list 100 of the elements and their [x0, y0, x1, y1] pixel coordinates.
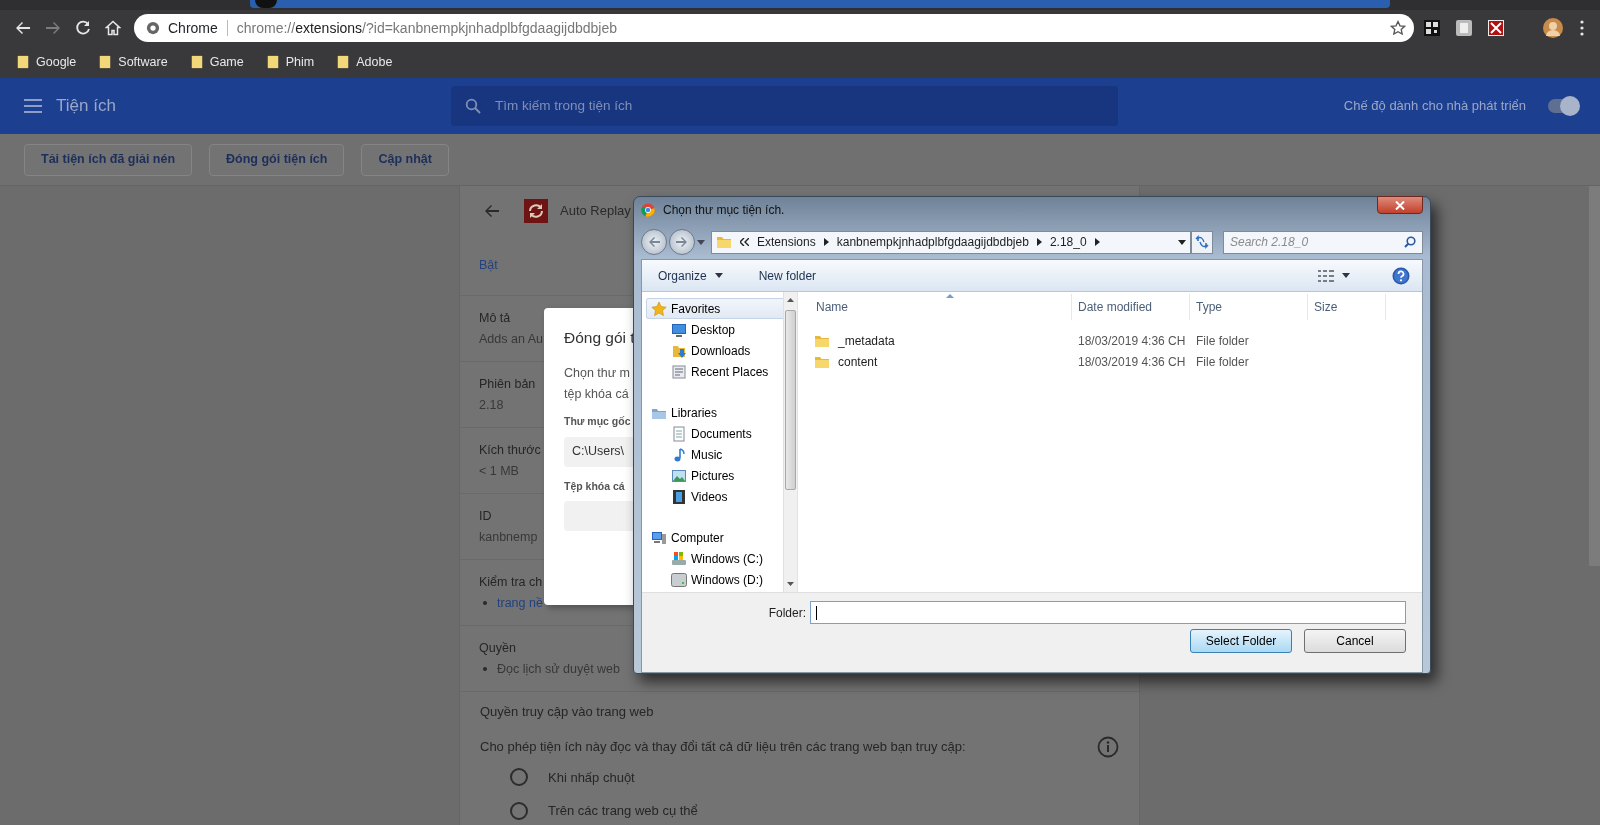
- search-icon: [1404, 236, 1416, 248]
- field-value: < 1 MB: [479, 462, 519, 480]
- arrow-icon[interactable]: [1094, 238, 1100, 246]
- forward-button[interactable]: [669, 229, 695, 255]
- computer-icon: [651, 529, 667, 546]
- info-icon[interactable]: [1097, 735, 1119, 758]
- page-title: Tiện ích: [56, 95, 116, 118]
- back-arrow-icon: [484, 203, 500, 219]
- site-access-prompt: Cho phép tiện ích này đọc và thay đổi tất cả dữ liệu trên các trang web bạn truy cập:: [480, 737, 966, 756]
- command-button[interactable]: Organize: [654, 264, 727, 287]
- column-header[interactable]: Name: [816, 298, 848, 316]
- document-icon: [671, 425, 687, 442]
- arrow-icon[interactable]: [823, 238, 829, 246]
- search-icon: [465, 98, 481, 114]
- field-label: Kích thước: [479, 441, 541, 459]
- nav-item[interactable]: Music: [666, 444, 806, 465]
- chrome-icon: [641, 203, 655, 217]
- scroll-thumb[interactable]: [785, 310, 796, 490]
- close-button[interactable]: [1377, 196, 1423, 214]
- status-label: Bật: [479, 257, 498, 275]
- file-name[interactable]: content: [838, 352, 878, 371]
- window-title: Chọn thư mục tiện ích.: [663, 202, 785, 219]
- film-icon: [671, 488, 687, 505]
- developer-mode-label: Chế độ dành cho nhà phát triển: [1343, 97, 1526, 116]
- caret-icon[interactable]: [1178, 239, 1186, 245]
- grid-extension-icon[interactable]: [1424, 20, 1440, 36]
- address-bar[interactable]: Chrome chrome://extensions/?id=kanbnempkjnhadplbfgdaagijdbdbjeb: [134, 14, 1414, 42]
- nav-item[interactable]: Favorites: [646, 298, 786, 319]
- dialog-description: Chọn thư m tệp khóa cá: [564, 365, 631, 404]
- nav-item[interactable]: Windows (D:): [666, 569, 806, 590]
- bookmark-folder[interactable]: Phim: [263, 50, 317, 74]
- blocked-extension-icon[interactable]: [1488, 20, 1504, 36]
- radio-button[interactable]: [510, 801, 528, 820]
- bookmark-star-icon[interactable]: [1390, 20, 1406, 36]
- close-icon: [1395, 201, 1405, 211]
- date-cell: 18/03/2019 4:36 CH: [1078, 354, 1186, 369]
- scrollbar[interactable]: [1589, 186, 1600, 566]
- bullet-icon: [483, 600, 487, 605]
- refresh-button[interactable]: [1191, 230, 1213, 254]
- field-label: Thư mục gốc: [564, 414, 631, 430]
- column-header[interactable]: Type: [1196, 298, 1222, 316]
- section-title: Quyền truy cập vào trang web: [480, 703, 654, 721]
- breadcrumb-item[interactable]: kanbnempkjnhadplbfgdaagijdbdbjeb: [836, 233, 1029, 251]
- back-arrow-icon: [15, 20, 31, 36]
- field-label: ID: [479, 507, 492, 525]
- bullet-icon: [483, 666, 487, 671]
- option-label: Trên các trang web cụ thể: [548, 802, 698, 820]
- arrow-icon[interactable]: [1036, 238, 1042, 246]
- sort-arrow-icon: [946, 294, 954, 298]
- breadcrumb-item[interactable]: 2.18_0: [1049, 233, 1087, 251]
- type-cell: File folder: [1196, 354, 1249, 369]
- chevron-icon: [740, 238, 749, 246]
- type-cell: File folder: [1196, 333, 1249, 348]
- field-value: kanbnemp: [479, 528, 538, 546]
- dialog-button[interactable]: Cancel: [1304, 629, 1406, 653]
- field-label: Folder:: [768, 604, 806, 622]
- column-header[interactable]: Size: [1314, 298, 1338, 316]
- drive-icon: [671, 550, 687, 567]
- scrollbar[interactable]: [783, 292, 797, 592]
- dialog-button[interactable]: Select Folder: [1190, 629, 1292, 653]
- nav-item[interactable]: Windows (C:): [666, 548, 806, 569]
- site-label: Chrome: [168, 18, 218, 38]
- star-icon: [651, 300, 667, 317]
- avatar-icon[interactable]: [1542, 17, 1564, 39]
- caret-icon: [1342, 273, 1350, 278]
- column-header[interactable]: Date modified: [1078, 298, 1153, 316]
- scroll-down-icon[interactable]: [787, 582, 794, 586]
- breadcrumb-bar[interactable]: Extensions kanbnempkjnhadplbfgdaagijdbdbjeb 2.18_0: [711, 230, 1191, 254]
- radio-button[interactable]: [510, 768, 528, 787]
- url-text: chrome://extensions/?id=kanbnempkjnhadplbfgdaagijdbdbjeb: [236, 18, 618, 38]
- date-cell: 18/03/2019 4:36 CH: [1078, 333, 1186, 348]
- drive-icon: [671, 571, 687, 588]
- option-label: Khi nhấp chuột: [548, 768, 635, 787]
- search-field[interactable]: Tìm kiếm trong tiện ích: [451, 86, 1118, 126]
- recent-places-icon: [671, 363, 687, 380]
- forward-arrow-icon: [676, 237, 688, 247]
- desktop-icon: [671, 321, 687, 338]
- bookmark-folder[interactable]: Adobe: [334, 50, 395, 74]
- nav-item[interactable]: Recent Places: [666, 361, 806, 382]
- extension-icon: [524, 199, 548, 223]
- bookmark-folder[interactable]: Google: [14, 50, 79, 74]
- bookmark-folder[interactable]: Software: [96, 50, 170, 74]
- reload-icon: [75, 20, 91, 36]
- breadcrumb-item[interactable]: Extensions: [757, 233, 816, 251]
- command-button[interactable]: New folder: [754, 264, 821, 287]
- field-label: Tệp khóa cá: [564, 478, 625, 495]
- bookmark-folder[interactable]: Game: [187, 50, 246, 74]
- menu-icon[interactable]: [1580, 20, 1584, 36]
- caret-icon: [714, 273, 723, 278]
- folder-field[interactable]: [810, 601, 1406, 624]
- field-value: 2.18: [479, 396, 504, 414]
- home-icon: [105, 20, 121, 36]
- file-name[interactable]: _metadata: [838, 331, 895, 350]
- permission-text: Đọc lịch sử duyệt web: [497, 660, 620, 678]
- nav-item[interactable]: Documents: [666, 423, 806, 444]
- field-label: Mô tả: [479, 309, 511, 327]
- scroll-up-icon[interactable]: [787, 298, 794, 302]
- help-icon[interactable]: [1392, 266, 1410, 285]
- field-label: Quyền: [479, 639, 516, 657]
- back-arrow-icon: [648, 237, 660, 247]
